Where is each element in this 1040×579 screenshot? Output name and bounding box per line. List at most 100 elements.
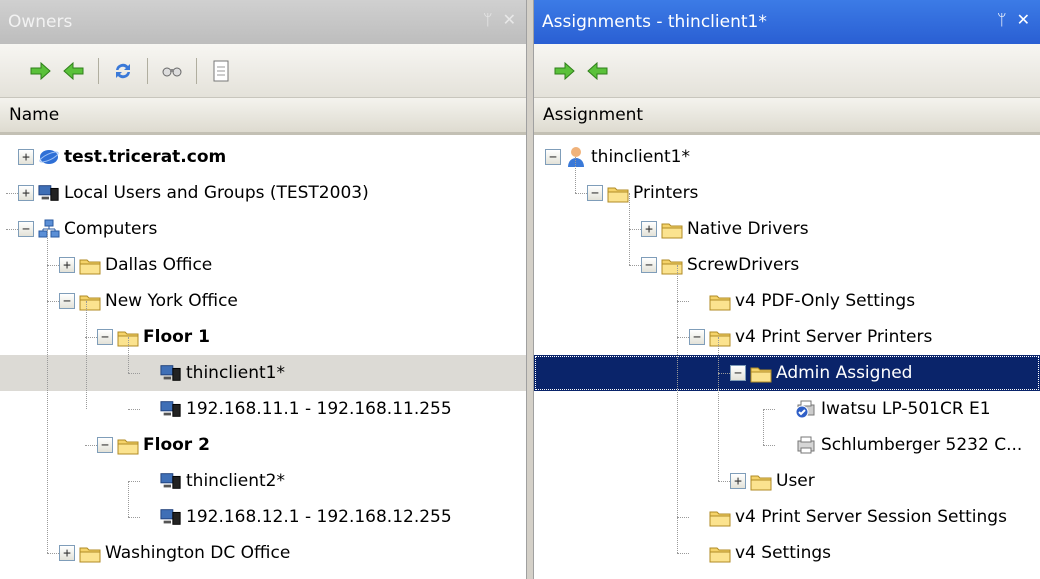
tree-node-label: v4 Print Server Session Settings (735, 507, 1007, 527)
assign-left-icon[interactable] (584, 57, 612, 85)
expand-icon[interactable]: + (730, 473, 746, 489)
tree-node-label: 192.168.11.1 - 192.168.11.255 (186, 399, 452, 419)
tree-node[interactable]: − Admin Assigned (534, 355, 1040, 391)
properties-icon[interactable] (207, 57, 235, 85)
tree-node[interactable]: − Computers (18, 211, 157, 247)
assign-right-icon[interactable] (26, 57, 54, 85)
close-icon[interactable]: ✕ (1017, 10, 1030, 29)
tree-node[interactable]: v4 Settings (689, 535, 831, 571)
tree-node[interactable]: 192.168.12.1 - 192.168.12.255 (140, 499, 452, 535)
owners-toolbar (0, 44, 526, 98)
tree-node-label: User (776, 471, 815, 491)
tree-node[interactable]: + User (730, 463, 815, 499)
tree-node[interactable]: 192.168.11.1 - 192.168.11.255 (140, 391, 452, 427)
tree-connector (47, 553, 59, 554)
close-icon[interactable]: ✕ (503, 10, 516, 29)
tree-node[interactable]: v4 Print Server Session Settings (689, 499, 1007, 535)
expand-icon[interactable]: + (18, 149, 34, 165)
collapse-icon[interactable]: − (545, 149, 561, 165)
user-icon (565, 146, 587, 168)
tree-node[interactable]: − v4 Print Server Printers (689, 319, 932, 355)
toolbar-separator (196, 57, 197, 84)
tree-node-label: v4 Print Server Printers (735, 327, 933, 347)
computer-icon (160, 506, 182, 528)
refresh-icon[interactable] (109, 57, 137, 85)
tree-node-label: Local Users and Groups (TEST2003) (64, 183, 369, 203)
computer-icon (160, 470, 182, 492)
tree-node-label: test.tricerat.com (64, 147, 227, 167)
folder-icon (750, 362, 772, 384)
expand-icon[interactable]: + (59, 545, 75, 561)
folder-icon (117, 434, 139, 456)
tree-connector (575, 193, 587, 194)
tree-connector (128, 481, 129, 517)
assign-left-icon[interactable] (60, 57, 88, 85)
tree-node-label: thinclient1* (591, 147, 690, 167)
toolbar-separator (98, 57, 99, 84)
tree-node-label: v4 Settings (735, 543, 832, 563)
tree-node[interactable]: − Floor 2 (97, 427, 210, 463)
tree-connector (128, 409, 140, 410)
tree-node[interactable]: v4 PDF-Only Settings (689, 283, 915, 319)
tree-node[interactable]: Schlumberger 5232 C... (775, 427, 1022, 463)
tree-node[interactable]: + Dallas Office (59, 247, 212, 283)
folder-icon (661, 218, 683, 240)
tree-node-label: thinclient1* (186, 363, 285, 383)
tree-connector (677, 301, 689, 302)
tree-node-label: New York Office (105, 291, 238, 311)
printer-icon (795, 434, 817, 456)
assignments-titlebar: Assignments - thinclient1* ᛘ ✕ (534, 0, 1040, 44)
collapse-icon[interactable]: − (587, 185, 603, 201)
folder-icon (607, 182, 629, 204)
tree-node-label: 192.168.12.1 - 192.168.12.255 (186, 507, 452, 527)
tree-node-label: Floor 2 (143, 435, 210, 455)
tree-node[interactable]: + Native Drivers (641, 211, 809, 247)
printer-default-icon (795, 398, 817, 420)
folder-icon (661, 254, 683, 276)
tree-node[interactable]: − ScrewDrivers (641, 247, 799, 283)
folder-icon (79, 290, 101, 312)
folder-icon (709, 542, 731, 564)
tree-connector (677, 337, 689, 338)
collapse-icon[interactable]: − (97, 437, 113, 453)
tree-node[interactable]: − Printers (587, 175, 698, 211)
tree-node[interactable]: − thinclient1* (545, 139, 690, 175)
tree-node-label: Dallas Office (105, 255, 213, 275)
tree-node[interactable]: + Local Users and Groups (TEST2003) (18, 175, 369, 211)
assignments-column-header[interactable]: Assignment (534, 98, 1040, 135)
owners-panel: Owners ᛘ ✕ Name + test.tricerat.com + Local… (0, 0, 526, 579)
collapse-icon[interactable]: − (641, 257, 657, 273)
collapse-icon[interactable]: − (18, 221, 34, 237)
tree-connector (47, 301, 59, 302)
tree-node[interactable]: + Washington DC Office (59, 535, 290, 571)
collapse-icon[interactable]: − (730, 365, 746, 381)
collapse-icon[interactable]: − (689, 329, 705, 345)
tree-node[interactable]: thinclient1* (0, 355, 526, 391)
tree-connector (128, 337, 129, 373)
assignments-panel: Assignments - thinclient1* ᛘ ✕ Assignmen… (534, 0, 1040, 579)
tree-node-label: Iwatsu LP-501CR E1 (821, 399, 991, 419)
owners-titlebar: Owners ᛘ ✕ (0, 0, 526, 44)
expand-icon[interactable]: + (18, 185, 34, 201)
tree-node[interactable]: Iwatsu LP-501CR E1 (775, 391, 991, 427)
pane-splitter[interactable] (526, 0, 534, 579)
pin-icon[interactable]: ᛘ (997, 10, 1007, 29)
pin-icon[interactable]: ᛘ (483, 10, 493, 29)
tree-node-label: Washington DC Office (105, 543, 291, 563)
tree-node[interactable]: + test.tricerat.com (18, 139, 226, 175)
tree-node-label: ScrewDrivers (687, 255, 800, 275)
assign-right-icon[interactable] (550, 57, 578, 85)
tree-node[interactable]: − Floor 1 (97, 319, 210, 355)
folder-icon (709, 326, 731, 348)
find-icon[interactable] (158, 57, 186, 85)
tree-connector (6, 193, 18, 194)
collapse-icon[interactable]: − (97, 329, 113, 345)
expand-icon[interactable]: + (59, 257, 75, 273)
tree-connector (718, 337, 719, 481)
folder-icon (79, 542, 101, 564)
collapse-icon[interactable]: − (59, 293, 75, 309)
owners-column-header[interactable]: Name (0, 98, 526, 135)
tree-node[interactable]: thinclient2* (140, 463, 285, 499)
tree-connector (47, 265, 59, 266)
expand-icon[interactable]: + (641, 221, 657, 237)
